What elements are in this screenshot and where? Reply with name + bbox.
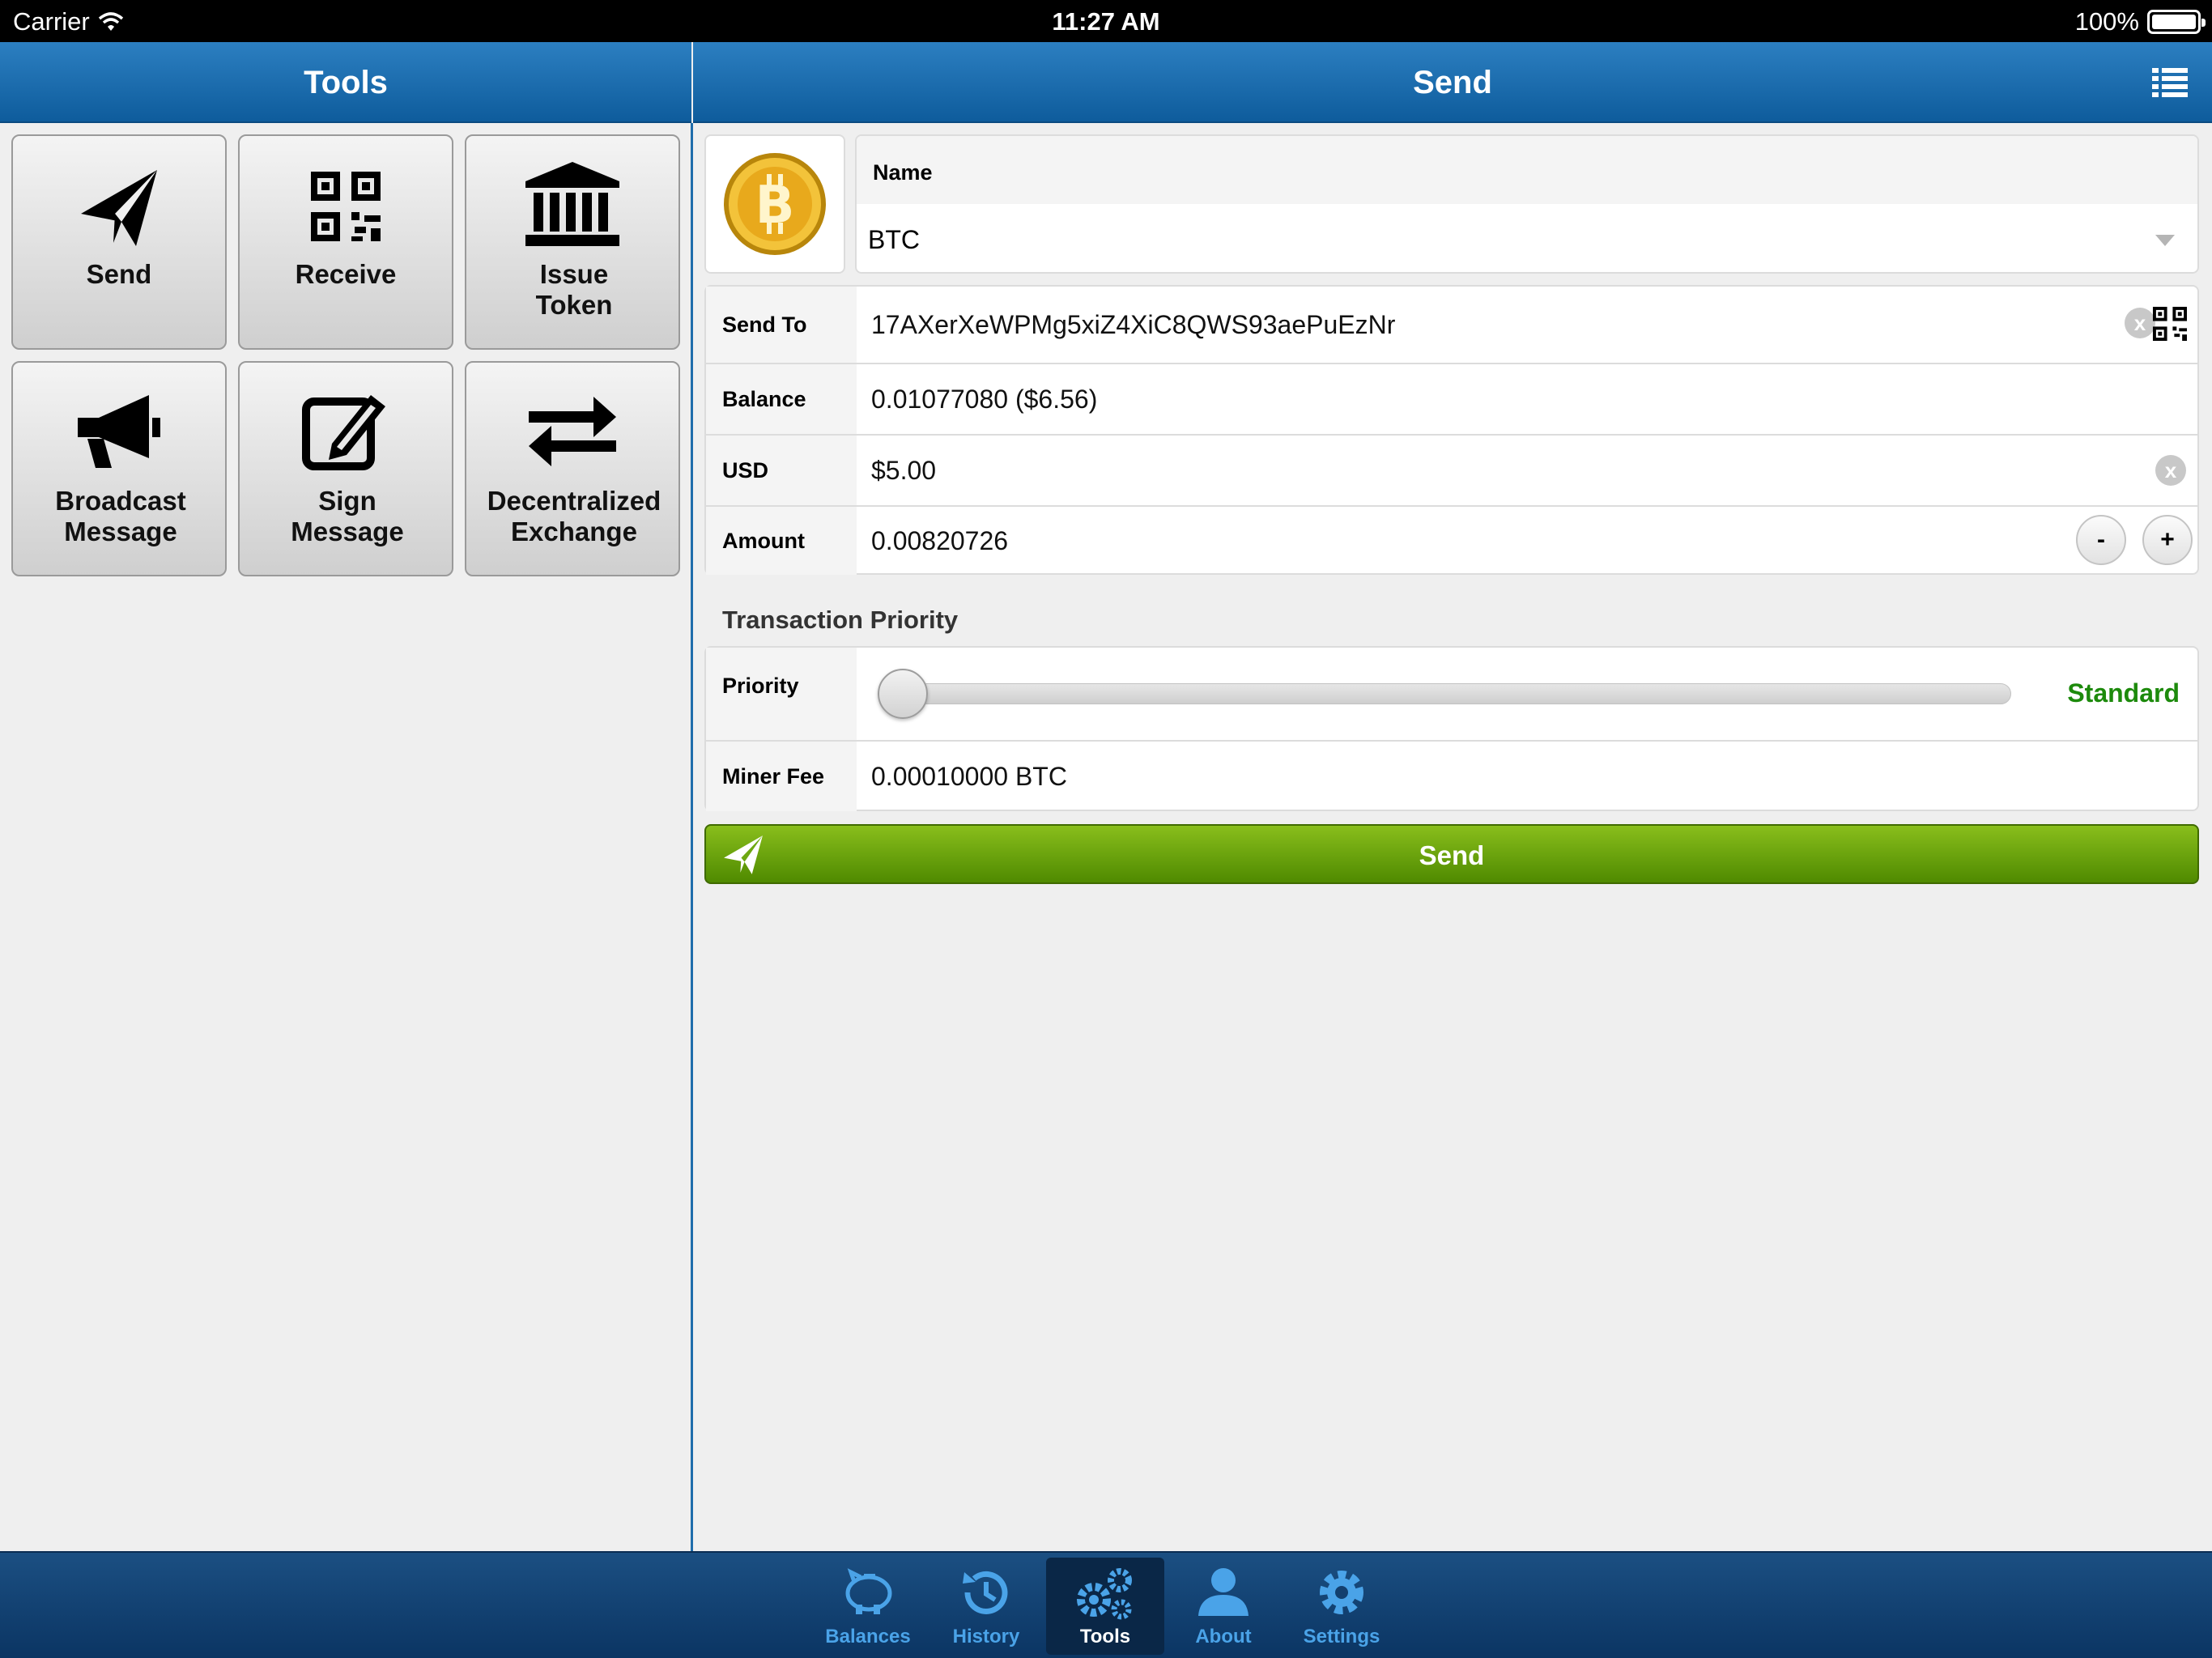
tab-label: Settings: [1303, 1626, 1380, 1647]
tab-bar: Balances History Tools About Settings: [0, 1551, 2212, 1658]
tab-history[interactable]: History: [927, 1558, 1045, 1655]
piggy-bank-icon: [845, 1568, 892, 1614]
paper-plane-icon: [81, 170, 157, 246]
clock: 11:27 AM: [1052, 7, 1160, 36]
svg-text:B: B: [755, 176, 795, 236]
tool-decentralized-exchange-button[interactable]: Decentralized Exchange: [465, 361, 680, 576]
megaphone-icon: [78, 395, 160, 468]
tool-label: Broadcast Message: [55, 486, 186, 546]
increase-amount-button[interactable]: +: [2142, 515, 2193, 565]
asset-selector[interactable]: B Name BTC: [704, 134, 2199, 274]
send-to-input[interactable]: 17AXerXeWPMg5xiZ4XiC8QWS93aePuEzNr: [871, 287, 1395, 363]
usd-input[interactable]: $5.00: [871, 436, 936, 505]
asset-logo-box: B: [704, 134, 845, 274]
priority-card: Priority Standard Miner Fee 0.00010000 B…: [704, 646, 2199, 811]
battery-status: 100%: [2074, 7, 2206, 36]
bitcoin-logo-icon: B: [724, 153, 826, 255]
transaction-priority-heading: Transaction Priority: [722, 606, 959, 634]
history-icon: [963, 1571, 1008, 1614]
tool-label: Issue Token: [535, 259, 613, 320]
balance-row: Balance 0.01077080 ($6.56): [706, 364, 2197, 436]
battery-percent: 100%: [2074, 7, 2139, 36]
send-navbar: Send: [693, 42, 2212, 123]
pencil-square-icon: [302, 395, 385, 470]
tool-label: Sign Message: [291, 486, 404, 546]
amount-row: Amount 0.00820726 - +: [706, 507, 2197, 575]
tab-about[interactable]: About: [1164, 1558, 1283, 1655]
priority-slider-track[interactable]: [879, 683, 2011, 704]
qr-code-icon: [311, 172, 381, 241]
gears-icon: [1077, 1568, 1132, 1620]
asset-name-field[interactable]: Name BTC: [855, 134, 2199, 274]
bank-icon: [525, 162, 619, 246]
send-button-label: Send: [1419, 840, 1485, 870]
clear-address-icon[interactable]: x: [2125, 308, 2155, 338]
tool-label: Receive: [295, 259, 397, 289]
balance-label: Balance: [706, 364, 857, 434]
priority-row: Priority Standard: [706, 648, 2197, 742]
tab-tools[interactable]: Tools: [1046, 1558, 1164, 1655]
exchange-arrows-icon: [529, 397, 616, 466]
miner-fee-row: Miner Fee 0.00010000 BTC: [706, 742, 2197, 811]
send-to-row: Send To 17AXerXeWPMg5xiZ4XiC8QWS93aePuEz…: [706, 287, 2197, 364]
amount-input[interactable]: 0.00820726: [871, 507, 1008, 575]
miner-fee-value: 0.00010000 BTC: [871, 761, 1067, 791]
tab-label: Balances: [825, 1626, 911, 1647]
tool-send-button[interactable]: Send: [11, 134, 227, 350]
tool-sign-message-button[interactable]: Sign Message: [238, 361, 453, 576]
tab-label: Tools: [1079, 1626, 1131, 1647]
tab-label: History: [952, 1626, 1020, 1647]
decrease-amount-button[interactable]: -: [2076, 515, 2126, 565]
tool-broadcast-message-button[interactable]: Broadcast Message: [11, 361, 227, 576]
priority-slider-thumb[interactable]: [878, 669, 928, 719]
miner-fee-label: Miner Fee: [706, 742, 857, 811]
tab-balances[interactable]: Balances: [809, 1558, 927, 1655]
priority-label: Priority: [706, 648, 857, 740]
list-menu-icon[interactable]: [2152, 68, 2188, 97]
send-form: Send To 17AXerXeWPMg5xiZ4XiC8QWS93aePuEz…: [704, 285, 2199, 575]
status-bar: Carrier 11:27 AM 100%: [0, 0, 2212, 42]
tools-title: Tools: [304, 65, 388, 100]
usd-label: USD: [706, 436, 857, 505]
send-title: Send: [1413, 65, 1492, 100]
tool-label: Decentralized Exchange: [487, 486, 661, 546]
chevron-down-icon[interactable]: [2154, 233, 2176, 248]
gear-icon: [1320, 1571, 1363, 1614]
battery-icon: [2147, 10, 2206, 34]
usd-row: USD $5.00 x: [706, 436, 2197, 507]
asset-name-value: BTC: [868, 225, 920, 254]
tab-label: About: [1195, 1626, 1252, 1647]
amount-label: Amount: [706, 507, 857, 575]
send-button[interactable]: Send: [704, 824, 2199, 884]
tool-receive-button[interactable]: Receive: [238, 134, 453, 350]
tab-settings[interactable]: Settings: [1283, 1558, 1401, 1655]
scan-qr-icon[interactable]: [2152, 306, 2188, 342]
balance-value: 0.01077080 ($6.56): [871, 384, 1098, 414]
split-divider: [691, 123, 693, 1551]
tool-label: Send: [86, 259, 152, 289]
send-to-label: Send To: [706, 287, 857, 363]
asset-name-header: [857, 136, 2197, 204]
person-icon: [1198, 1568, 1249, 1616]
tools-navbar: Tools: [0, 42, 691, 123]
clear-usd-icon[interactable]: x: [2155, 455, 2186, 486]
priority-value: Standard: [2067, 678, 2180, 708]
asset-name-label: Name: [873, 160, 933, 185]
tool-issue-token-button[interactable]: Issue Token: [465, 134, 680, 350]
